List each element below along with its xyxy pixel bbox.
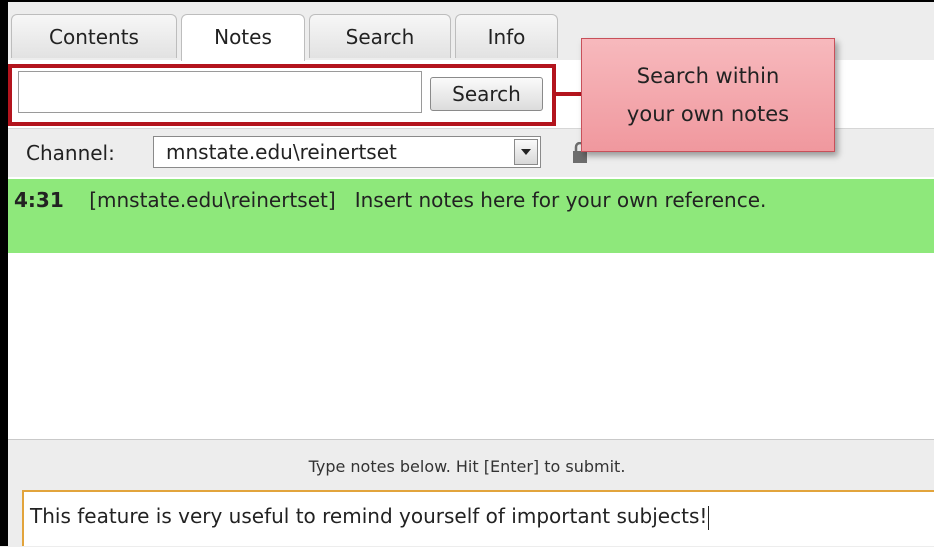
- search-highlight-box: [8, 64, 556, 126]
- frame-border-top: [0, 0, 934, 2]
- tab-notes[interactable]: Notes: [181, 14, 305, 61]
- chevron-down-icon[interactable]: [514, 139, 538, 165]
- text-caret: [708, 505, 710, 530]
- callout-annotation: Search within your own notes: [581, 38, 835, 152]
- callout-line-1: Search within: [636, 64, 780, 88]
- note-entry-hint: Type notes below. Hit [Enter] to submit.: [308, 457, 626, 476]
- note-timestamp[interactable]: 4:31: [14, 188, 64, 212]
- note-entry-text: This feature is very useful to remind yo…: [30, 504, 708, 528]
- note-author: [mnstate.edu\reinertset]: [89, 188, 336, 212]
- tab-info[interactable]: Info: [455, 14, 558, 58]
- channel-select[interactable]: mnstate.edu\reinertset: [153, 136, 541, 168]
- channel-label: Channel:: [26, 141, 115, 165]
- tab-search[interactable]: Search: [309, 14, 451, 58]
- tab-contents[interactable]: Contents: [11, 14, 177, 58]
- notes-panel: Contents Notes Search Info Search Search…: [0, 0, 934, 547]
- note-item[interactable]: 4:31 [mnstate.edu\reinertset] Insert not…: [0, 179, 934, 253]
- note-entry-input[interactable]: This feature is very useful to remind yo…: [22, 490, 934, 546]
- note-text: Insert notes here for your own reference…: [354, 188, 767, 212]
- callout-connector: [556, 92, 584, 96]
- frame-border-left: [0, 0, 8, 546]
- callout-line-2: your own notes: [626, 102, 790, 126]
- channel-selected-value: mnstate.edu\reinertset: [166, 140, 397, 164]
